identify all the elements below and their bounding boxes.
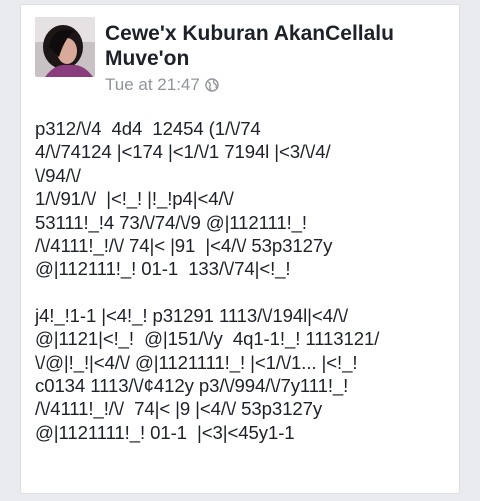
post-body: p312/\/4 4d4 12454 (1/\/74 4/\/74124 |<17… [35, 117, 455, 467]
post-text-line: \/94/\/ [35, 164, 81, 186]
post-text-line: 53111!_!4 73/\/74/\/9 @|112111!_! [35, 211, 307, 233]
author-name[interactable]: Cewe'x Kuburan AkanCellalu Muve'on [105, 21, 435, 71]
post-paragraph: p312/\/4 4d4 12454 (1/\/74 4/\/74124 |<17… [35, 117, 455, 281]
post-text-line: j4!_!1-1 |<4!_! p31291 1113/\/194l|<4/\/ [35, 304, 349, 326]
post-card: Cewe'x Kuburan AkanCellalu Muve'on Tue a… [20, 4, 460, 494]
post-text-line: /\/4111!_!/\/ 74|< |91 |<4/\/ 53p3127y [35, 235, 333, 257]
profile-photo [35, 17, 95, 77]
post-paragraph: j4!_!1-1 |<4!_! p31291 1113/\/194l|<4/\/… [35, 304, 455, 444]
post-text-line: 1/\/91/\/ |<!_! |!_!p4|<4/\/ [35, 188, 234, 210]
post-text-line: @|1121|<!_! @|151/\/y 4q1-1!_! 1113121/ [35, 328, 380, 350]
globe-icon [205, 78, 219, 92]
post-text-line: p312/\/4 4d4 12454 (1/\/74 [35, 118, 261, 139]
post-meta: Tue at 21:47 [105, 75, 219, 95]
post-text-line: \/@|!_!|<4/\/ @|1121111!_! |<1/\/1... |<… [35, 351, 358, 373]
post-text-line: c0134 1113/\/¢412y p3/\/994/\/7y111!_! [35, 375, 349, 397]
avatar[interactable] [35, 17, 95, 77]
post-text-line: 4/\/74124 |<174 |<1/\/1 7194l |<3/\/4/ [35, 141, 331, 163]
post-text-line: @|1121111!_! 01-1 |<3|<45y1-1 [35, 421, 295, 443]
post-text-line: @|112111!_! 01-1 133/\/74|<!_! [35, 258, 291, 280]
post-timestamp[interactable]: Tue at 21:47 [105, 75, 200, 95]
post-text-line: /\/4111!_!/\/ 74|< |9 |<4/\/ 53p3127y [35, 398, 323, 420]
